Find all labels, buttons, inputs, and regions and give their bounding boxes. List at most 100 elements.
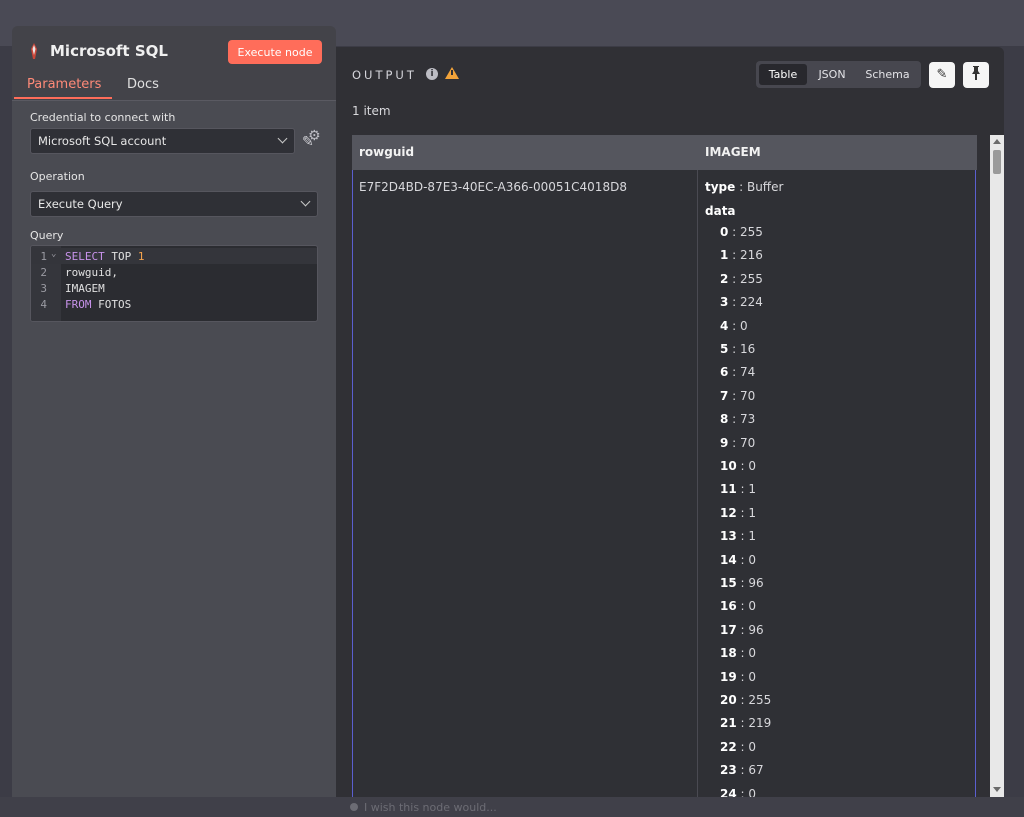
pin-glyph: [972, 66, 980, 80]
column-header-imagem: IMAGEM: [705, 145, 761, 159]
data-entry: 9 : 70: [720, 435, 756, 450]
data-entry-key: 2: [720, 271, 729, 286]
code-line[interactable]: 4 FROM FOTOS: [31, 296, 317, 312]
data-entry-key: 20: [720, 693, 737, 707]
data-entry: 4 : 0: [720, 318, 748, 333]
feedback-input[interactable]: I wish this node would...: [350, 801, 497, 814]
data-entry-value: 219: [748, 716, 772, 731]
data-entry-key: 8: [720, 412, 729, 427]
tab-docs[interactable]: Docs: [127, 77, 159, 92]
data-entry: 5 : 16: [720, 342, 756, 356]
credential-value: Microsoft SQL account: [38, 134, 167, 148]
data-entry: 15 : 96: [720, 576, 764, 590]
code-token: IMAGEM: [65, 282, 105, 295]
data-entry-key: 10: [720, 459, 737, 473]
data-entry-key: 5: [720, 342, 729, 356]
data-entry: 10 : 0: [720, 459, 757, 473]
data-entry-key: 13: [720, 529, 737, 544]
data-entry: 2 : 255: [720, 271, 763, 286]
data-entry: 3 : 224: [720, 295, 763, 310]
data-entry-value: 0: [740, 318, 748, 333]
data-entry-key: 22: [720, 739, 737, 754]
data-entry-key: 11: [720, 482, 737, 497]
code-line[interactable]: 2 rowguid,: [31, 264, 317, 280]
data-entry-value: 0: [748, 552, 757, 567]
data-entry: 17 : 96: [720, 622, 764, 637]
view-schema-button[interactable]: Schema: [857, 64, 918, 85]
data-entry-value: 70: [740, 435, 756, 450]
data-entry: 21 : 219: [720, 716, 772, 731]
data-entry-value: 255: [740, 225, 763, 239]
data-entry-key: 19: [720, 669, 737, 684]
data-entry-value: 1: [748, 482, 757, 497]
data-entry: 11 : 1: [720, 482, 757, 497]
data-entry: 24 : 0: [720, 787, 756, 797]
operation-select[interactable]: Execute Query: [30, 191, 318, 217]
data-entry: 23 : 67: [720, 763, 764, 778]
data-entry-value: 1: [748, 529, 757, 544]
table-header: rowguid IMAGEM: [352, 135, 977, 170]
code-token: FOTOS: [91, 298, 132, 311]
line-number: 4: [40, 298, 47, 311]
type-field: type : Buffer: [705, 180, 784, 194]
output-panel: OUTPUT i Table JSON Schema ✎ 1 item rowg…: [336, 47, 1004, 797]
data-entry-value: 67: [748, 763, 764, 778]
data-entry-key: 16: [720, 599, 737, 614]
line-number: 1: [40, 250, 47, 263]
info-icon[interactable]: i: [426, 68, 438, 80]
view-table-button[interactable]: Table: [759, 64, 807, 85]
data-entry-key: 7: [720, 388, 729, 403]
table-cell-imagem[interactable]: type : Buffer data 0 : 255 1 : 216 2 : 255…: [697, 170, 976, 797]
data-entry: 8 : 73: [720, 412, 756, 427]
data-entry-value: 0: [748, 786, 757, 797]
data-entry: 0 : 255: [720, 225, 763, 239]
data-entry-key: 21: [720, 716, 737, 731]
table-cell-rowguid[interactable]: E7F2D4BD-87E3-40EC-A366-00051C4018D8: [352, 170, 697, 797]
scrollbar-thumb[interactable]: [993, 150, 1001, 174]
data-entry-value: 255: [740, 271, 763, 286]
data-entry: 22 : 0: [720, 739, 757, 754]
code-token: rowguid,: [65, 266, 118, 279]
credential-select[interactable]: Microsoft SQL account: [30, 128, 295, 154]
tab-parameters[interactable]: Parameters: [27, 77, 101, 92]
code-line[interactable]: 3 IMAGEM: [31, 280, 317, 296]
items-count: 1 item: [352, 104, 391, 118]
chevron-down-icon: [277, 133, 288, 144]
data-entry: 6 : 74: [720, 365, 756, 380]
warning-icon[interactable]: [445, 67, 459, 79]
scroll-down-arrow[interactable]: [993, 787, 1001, 792]
data-entry-value: 0: [748, 459, 757, 473]
fold-chevron-icon[interactable]: ⌄: [51, 249, 56, 259]
data-entry-value: 73: [740, 412, 756, 427]
data-entry-value: 255: [748, 693, 772, 707]
code-text: rowguid,: [65, 266, 118, 279]
chevron-down-icon: [300, 196, 311, 207]
execute-node-button[interactable]: Execute node: [228, 40, 322, 64]
data-entry-value: 0: [748, 599, 757, 614]
pencil-icon[interactable]: ✎: [929, 62, 955, 88]
data-entry-key: 24: [720, 786, 737, 797]
pin-icon[interactable]: [963, 62, 989, 88]
data-entry-key: 9: [720, 435, 729, 450]
code-line[interactable]: 1 ⌄ SELECT TOP 1: [31, 248, 317, 264]
output-title: OUTPUT: [352, 68, 417, 82]
data-entry-key: 12: [720, 505, 737, 520]
credential-label: Credential to connect with: [30, 111, 176, 124]
data-entry-value: 74: [740, 365, 756, 380]
scroll-up-arrow[interactable]: [993, 139, 1001, 144]
code-token: TOP: [104, 250, 138, 263]
data-entry-value: 216: [740, 248, 763, 263]
code-text: FROM FOTOS: [65, 298, 131, 311]
rowguid-value: E7F2D4BD-87E3-40EC-A366-00051C4018D8: [359, 180, 627, 194]
pencil-icon[interactable]: ✎: [302, 134, 314, 150]
code-text: IMAGEM: [65, 282, 105, 295]
data-entry: 1 : 216: [720, 248, 763, 263]
node-parameters-panel: Microsoft SQL Execute node Parameters Do…: [12, 26, 336, 797]
microsoft-sql-icon: [31, 43, 37, 59]
view-json-button[interactable]: JSON: [809, 64, 855, 85]
scrollbar[interactable]: [990, 135, 1004, 797]
query-label: Query: [30, 229, 64, 242]
query-editor[interactable]: 1 ⌄ SELECT TOP 1 2 rowguid, 3 IMAGEM 4 FROM FOTO…: [30, 245, 318, 322]
data-entry: 19 : 0: [720, 669, 757, 684]
lightbulb-icon: [350, 803, 358, 811]
